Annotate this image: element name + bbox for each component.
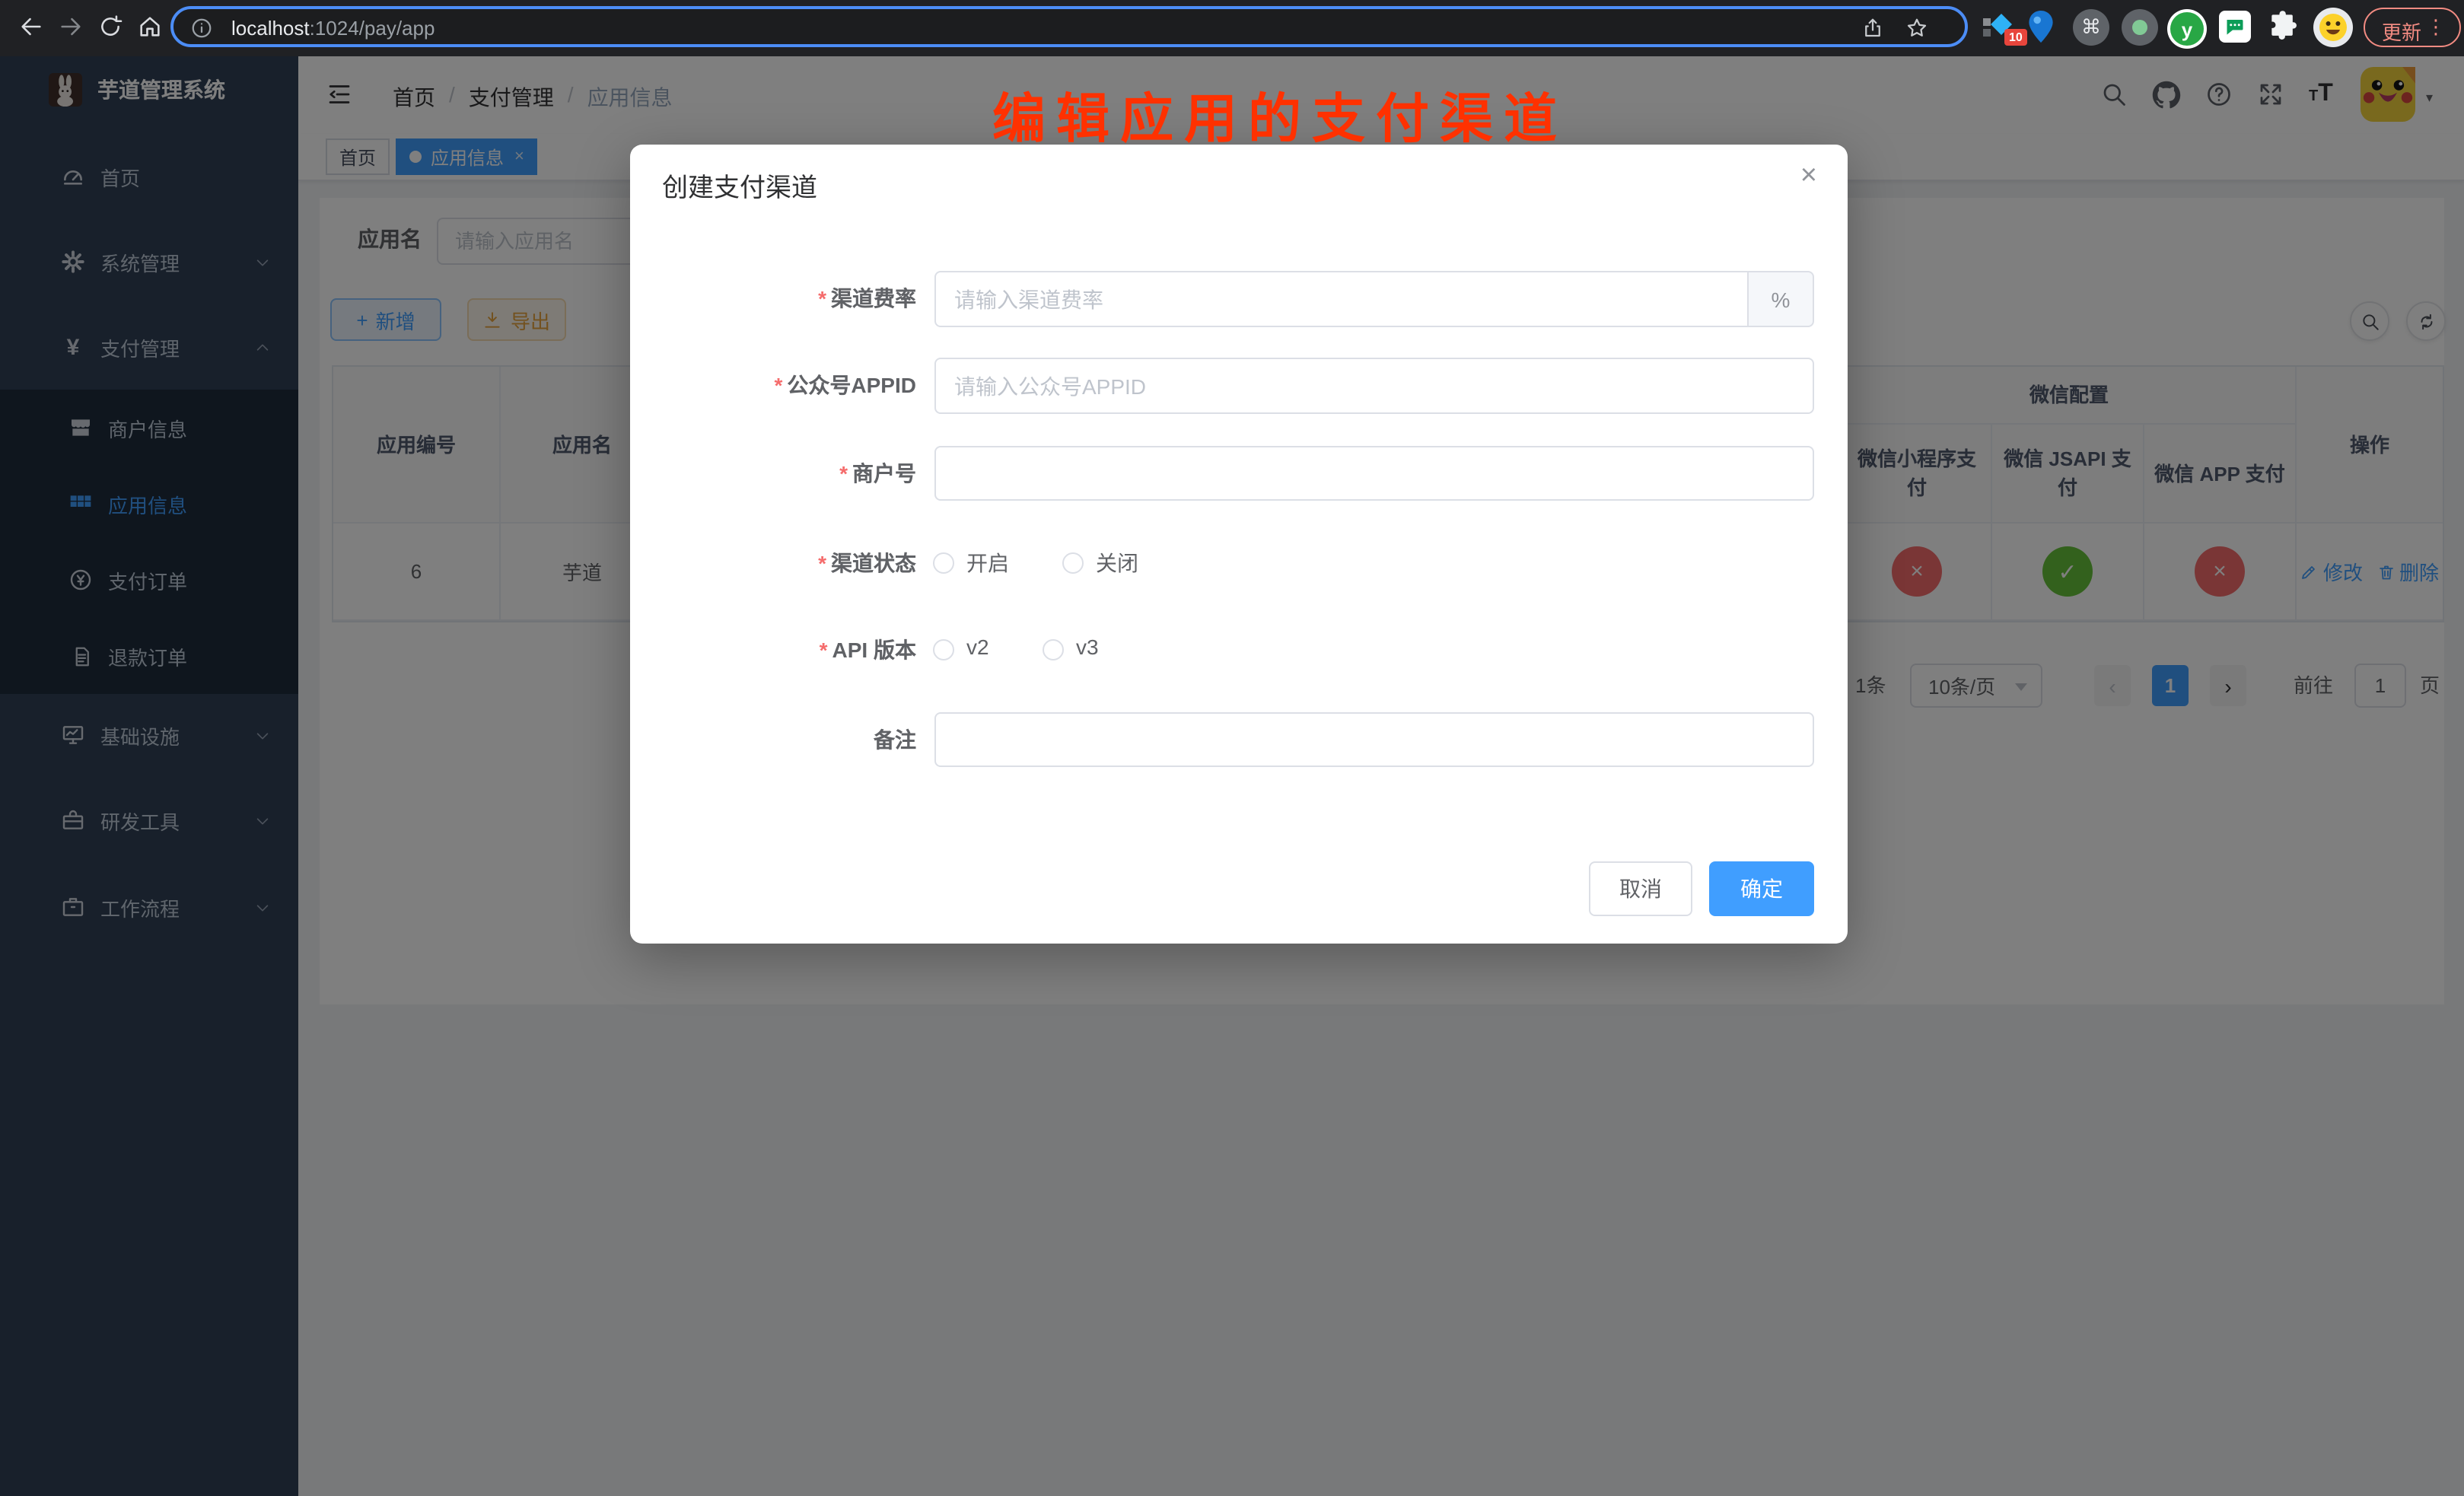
extension-command-icon[interactable]: ⌘ bbox=[2073, 9, 2109, 46]
remark-label: 备注 bbox=[630, 724, 916, 755]
appid-label: *公众号APPID bbox=[630, 370, 916, 400]
dialog-title: 创建支付渠道 bbox=[662, 166, 817, 204]
screen: localhost:1024/pay/app 10 ⌘ y bbox=[0, 0, 2464, 1496]
annotation-text: 编辑应用的支付渠道 bbox=[992, 76, 1568, 154]
status-off-radio[interactable] bbox=[1062, 552, 1084, 574]
url-text[interactable]: localhost:1024/pay/app bbox=[231, 17, 435, 40]
bookmark-star-icon[interactable] bbox=[1905, 17, 1928, 40]
merchant-input[interactable] bbox=[934, 446, 1814, 501]
appid-input[interactable] bbox=[934, 358, 1814, 414]
chrome-menu-icon[interactable]: ⋮ bbox=[2426, 15, 2446, 40]
status-on-radio[interactable] bbox=[933, 552, 954, 574]
back-icon[interactable] bbox=[18, 14, 44, 40]
url-host: localhost bbox=[231, 17, 310, 40]
remark-input[interactable] bbox=[934, 712, 1814, 767]
forward-icon[interactable] bbox=[58, 14, 84, 40]
chrome-update-button[interactable]: 更新 ⋮ bbox=[2364, 8, 2461, 47]
rate-input[interactable] bbox=[934, 271, 1749, 327]
close-icon[interactable]: × bbox=[1800, 160, 1817, 193]
url-path: :1024/pay/app bbox=[310, 17, 435, 40]
rate-suffix: % bbox=[1749, 271, 1814, 327]
api-v3-label[interactable]: v3 bbox=[1076, 635, 1099, 659]
merchant-label: *商户号 bbox=[630, 458, 916, 489]
status-off-label[interactable]: 关闭 bbox=[1096, 548, 1138, 578]
extension-recorder-icon[interactable] bbox=[2122, 9, 2158, 46]
extension-chat-icon[interactable] bbox=[2219, 11, 2251, 43]
app-window: 芋道管理系统 首页 系统管理 ¥ 支付管理 bbox=[0, 56, 2464, 1496]
site-info-icon[interactable] bbox=[190, 17, 213, 40]
api-v3-radio[interactable] bbox=[1043, 639, 1064, 660]
status-on-label[interactable]: 开启 bbox=[966, 548, 1009, 578]
status-label: *渠道状态 bbox=[630, 548, 916, 578]
create-pay-channel-dialog: 创建支付渠道 × *渠道费率 % *公众号APPID *商户号 *渠道状态 开启… bbox=[630, 145, 1848, 944]
api-v2-label[interactable]: v2 bbox=[966, 635, 989, 659]
share-icon[interactable] bbox=[1861, 17, 1884, 40]
profile-avatar-emoji[interactable] bbox=[2313, 8, 2353, 47]
cancel-button[interactable]: 取消 bbox=[1589, 861, 1692, 916]
browser-toolbar: localhost:1024/pay/app 10 ⌘ y bbox=[0, 0, 2464, 56]
api-version-label: *API 版本 bbox=[630, 635, 916, 665]
extension-y-icon[interactable]: y bbox=[2167, 9, 2207, 49]
extensions-puzzle-icon[interactable] bbox=[2266, 9, 2300, 43]
api-v2-radio[interactable] bbox=[933, 639, 954, 660]
confirm-button[interactable]: 确定 bbox=[1709, 861, 1814, 916]
rate-label: *渠道费率 bbox=[630, 283, 916, 314]
extension-balloon-icon[interactable] bbox=[2024, 9, 2058, 46]
address-bar[interactable]: localhost:1024/pay/app bbox=[170, 6, 1968, 47]
home-icon[interactable] bbox=[137, 14, 163, 40]
reload-icon[interactable] bbox=[97, 14, 123, 40]
